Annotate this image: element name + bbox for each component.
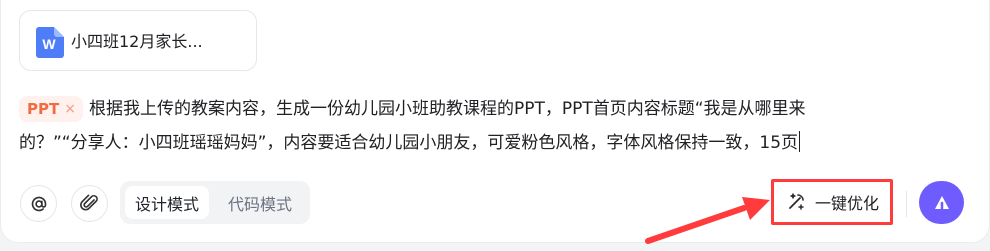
paperclip-icon xyxy=(80,194,98,211)
prompt-line-1-text: 根据我上传的教案内容，生成一份幼儿园小班助教课程的PPT，PPT首页内容标题“我… xyxy=(88,99,806,119)
at-icon xyxy=(31,196,46,211)
attachment-name: 小四班12月家长... xyxy=(71,32,203,51)
send-button[interactable] xyxy=(919,181,964,224)
chat-composer-panel: W 小四班12月家长... PPT × 根据我上传的教案内容，生成一份幼儿园小班… xyxy=(0,0,990,244)
text-cursor xyxy=(799,131,801,152)
annotation-arrow-icon xyxy=(645,197,770,244)
prompt-line-2-text: 的？”“分享人：小四班瑶瑶妈妈”，内容要适合幼儿园小朋友，可爱粉色风格，字体风格… xyxy=(19,133,799,153)
ppt-tag[interactable]: PPT × xyxy=(19,96,83,122)
send-arrow-icon xyxy=(934,195,949,210)
svg-text:W: W xyxy=(42,36,56,52)
attachment-card[interactable]: W 小四班12月家长... xyxy=(19,10,257,71)
ppt-tag-label: PPT xyxy=(27,100,60,118)
prompt-line-1: PPT × 根据我上传的教案内容，生成一份幼儿园小班助教课程的PPT，PPT首页… xyxy=(19,92,959,126)
mode-design-tab[interactable]: 设计模式 xyxy=(125,186,209,219)
close-icon[interactable]: × xyxy=(64,102,76,116)
word-document-icon: W xyxy=(36,27,64,58)
magic-pen-icon xyxy=(789,192,804,210)
prompt-input[interactable]: PPT × 根据我上传的教案内容，生成一份幼儿园小班助教课程的PPT，PPT首页… xyxy=(19,92,959,160)
prompt-line-2: 的？”“分享人：小四班瑶瑶妈妈”，内容要适合幼儿园小朋友，可爱粉色风格，字体风格… xyxy=(19,126,959,160)
mode-code-tab[interactable]: 代码模式 xyxy=(218,186,302,219)
mode-toggle: 设计模式 代码模式 xyxy=(120,181,310,224)
toolbar-divider xyxy=(906,191,907,217)
one-click-optimize-button[interactable]: 一键优化 xyxy=(777,184,887,220)
optimize-label: 一键优化 xyxy=(814,194,879,213)
mention-button[interactable] xyxy=(20,185,57,222)
attach-file-button[interactable] xyxy=(71,185,108,222)
